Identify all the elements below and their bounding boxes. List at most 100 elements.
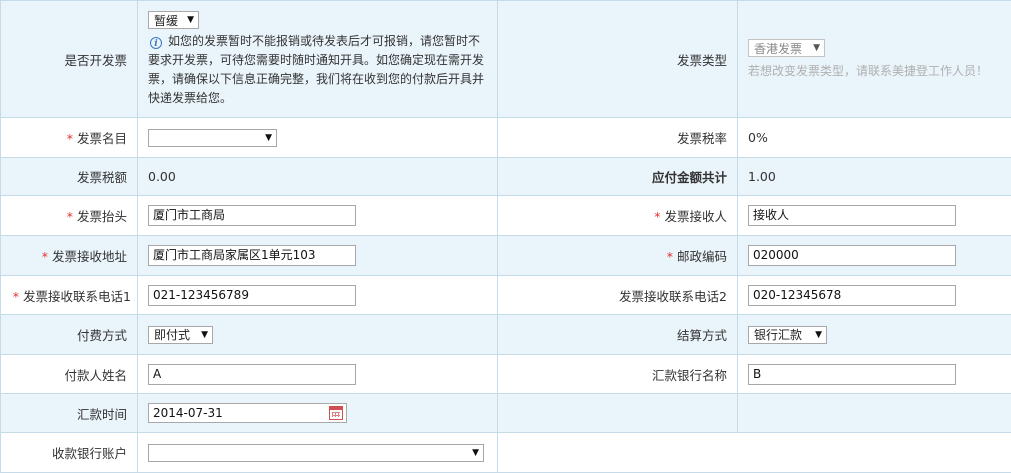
tax-amount-label: 发票税额 [77, 170, 127, 185]
total-payable-label: 应付金额共计 [652, 170, 727, 185]
invoice-title-label-cell: * 发票抬头 [1, 196, 138, 236]
required-mark: * [667, 249, 673, 264]
chevron-down-icon: ▼ [472, 448, 479, 458]
tax-rate-label-cell: 发票税率 [498, 118, 738, 158]
postal-code-label-cell: * 邮政编码 [498, 236, 738, 276]
address-label: 发票接收地址 [52, 249, 127, 264]
remit-bank-label: 汇款银行名称 [652, 368, 727, 383]
required-mark: * [67, 209, 73, 224]
invoice-type-hint: 若想改变发票类型，请联系美捷登工作人员！ [748, 62, 1011, 79]
row-phones: * 发票接收联系电话1 021-123456789 发票接收联系电话2 020-1… [1, 276, 1011, 315]
required-mark: * [654, 209, 660, 224]
row-invoice-open: 是否开发票 暂缓 ▼ i如您的发票暂时不能报销或待发表后才可报销，请您暂时不要求… [1, 1, 1011, 118]
remit-time-value: 2014-07-31 [153, 406, 223, 420]
receiver-label: 发票接收人 [664, 209, 727, 224]
empty-cell [498, 394, 738, 433]
invoice-title-input[interactable]: 厦门市工商局 [148, 205, 356, 226]
invoice-type-label-cell: 发票类型 [498, 1, 738, 118]
remit-bank-input[interactable]: B [748, 364, 956, 385]
address-label-cell: * 发票接收地址 [1, 236, 138, 276]
invoice-open-label: 是否开发票 [64, 53, 127, 68]
invoice-open-select[interactable]: 暂缓 ▼ [148, 11, 199, 29]
invoice-item-label: 发票名目 [77, 131, 127, 146]
total-payable-value: 1.00 [748, 169, 776, 184]
payer-name-label: 付款人姓名 [64, 368, 127, 383]
invoice-item-label-cell: * 发票名目 [1, 118, 138, 158]
required-mark: * [42, 249, 48, 264]
receive-bank-label-cell: 收款银行账户 [1, 433, 138, 473]
payer-name-cell: A [138, 355, 498, 394]
invoice-open-note-text: 如您的发票暂时不能报销或待发表后才可报销，请您暂时不要求开发票，可待您需要时随时… [148, 34, 484, 105]
row-address: * 发票接收地址 厦门市工商局家属区1单元103 * 邮政编码 020000 [1, 236, 1011, 276]
receiver-input[interactable]: 接收人 [748, 205, 956, 226]
phone2-input[interactable]: 020-12345678 [748, 285, 956, 306]
row-invoice-item: * 发票名目 ▼ 发票税率 0% [1, 118, 1011, 158]
phone1-cell: 021-123456789 [138, 276, 498, 315]
empty-cell [738, 433, 1011, 473]
receiver-label-cell: * 发票接收人 [498, 196, 738, 236]
invoice-open-label-cell: 是否开发票 [1, 1, 138, 118]
info-icon: i [150, 37, 162, 49]
chevron-down-icon: ▼ [265, 133, 272, 143]
receive-bank-label: 收款银行账户 [52, 446, 127, 461]
settlement-method-label-cell: 结算方式 [498, 315, 738, 355]
payer-name-input[interactable]: A [148, 364, 356, 385]
chevron-down-icon: ▼ [201, 330, 208, 340]
settlement-method-select[interactable]: 银行汇款 ▼ [748, 326, 827, 344]
settlement-method-select-value: 银行汇款 [754, 326, 802, 343]
row-invoice-title: * 发票抬头 厦门市工商局 * 发票接收人 接收人 [1, 196, 1011, 236]
invoice-type-select-value: 香港发票 [754, 40, 802, 57]
settlement-method-cell: 银行汇款 ▼ [738, 315, 1011, 355]
receive-bank-cell: ▼ [138, 433, 498, 473]
calendar-icon[interactable] [329, 406, 343, 420]
remit-time-label: 汇款时间 [77, 407, 127, 422]
address-cell: 厦门市工商局家属区1单元103 [138, 236, 498, 276]
total-payable-label-cell: 应付金额共计 [498, 158, 738, 196]
total-payable-cell: 1.00 [738, 158, 1011, 196]
invoice-open-cell: 暂缓 ▼ i如您的发票暂时不能报销或待发表后才可报销，请您暂时不要求开发票，可待… [138, 1, 498, 118]
invoice-type-label: 发票类型 [677, 53, 727, 68]
required-mark: * [67, 131, 73, 146]
payer-name-label-cell: 付款人姓名 [1, 355, 138, 394]
tax-amount-value: 0.00 [148, 169, 176, 184]
tax-rate-cell: 0% [738, 118, 1011, 158]
invoice-type-cell: 香港发票 ▼ 若想改变发票类型，请联系美捷登工作人员！ [738, 1, 1011, 118]
receive-bank-select[interactable]: ▼ [148, 444, 484, 462]
remit-time-cell: 2014-07-31 [138, 394, 498, 433]
empty-cell [738, 394, 1011, 433]
row-remit-time: 汇款时间 2014-07-31 [1, 394, 1011, 433]
chevron-down-icon: ▼ [813, 43, 820, 53]
empty-cell [498, 433, 738, 473]
invoice-item-select[interactable]: ▼ [148, 129, 277, 147]
phone1-label-cell: * 发票接收联系电话1 [1, 276, 138, 315]
remit-time-label-cell: 汇款时间 [1, 394, 138, 433]
address-input[interactable]: 厦门市工商局家属区1单元103 [148, 245, 356, 266]
required-mark: * [13, 289, 19, 304]
settlement-method-label: 结算方式 [677, 328, 727, 343]
payment-method-cell: 即付式 ▼ [138, 315, 498, 355]
payment-method-select[interactable]: 即付式 ▼ [148, 326, 213, 344]
phone2-label-cell: 发票接收联系电话2 [498, 276, 738, 315]
invoice-title-label: 发票抬头 [77, 209, 127, 224]
payment-method-label: 付费方式 [77, 328, 127, 343]
remit-bank-cell: B [738, 355, 1011, 394]
receiver-cell: 接收人 [738, 196, 1011, 236]
tax-rate-value: 0% [748, 130, 768, 145]
chevron-down-icon: ▼ [815, 330, 822, 340]
postal-code-input[interactable]: 020000 [748, 245, 956, 266]
invoice-open-note: i如您的发票暂时不能报销或待发表后才可报销，请您暂时不要求开发票，可待您需要时随… [148, 32, 497, 108]
postal-code-cell: 020000 [738, 236, 1011, 276]
phone1-label: 发票接收联系电话1 [23, 289, 131, 304]
row-tax-amount: 发票税额 0.00 应付金额共计 1.00 [1, 158, 1011, 196]
row-payment: 付费方式 即付式 ▼ 结算方式 银行汇款 ▼ [1, 315, 1011, 355]
invoice-type-select[interactable]: 香港发票 ▼ [748, 39, 825, 57]
tax-rate-label: 发票税率 [677, 131, 727, 146]
postal-code-label: 邮政编码 [677, 249, 727, 264]
remit-time-input[interactable]: 2014-07-31 [148, 403, 347, 423]
payment-method-select-value: 即付式 [154, 326, 190, 343]
phone1-input[interactable]: 021-123456789 [148, 285, 356, 306]
invoice-form: 是否开发票 暂缓 ▼ i如您的发票暂时不能报销或待发表后才可报销，请您暂时不要求… [0, 0, 1011, 473]
invoice-open-select-value: 暂缓 [154, 12, 178, 29]
invoice-item-cell: ▼ [138, 118, 498, 158]
phone2-cell: 020-12345678 [738, 276, 1011, 315]
